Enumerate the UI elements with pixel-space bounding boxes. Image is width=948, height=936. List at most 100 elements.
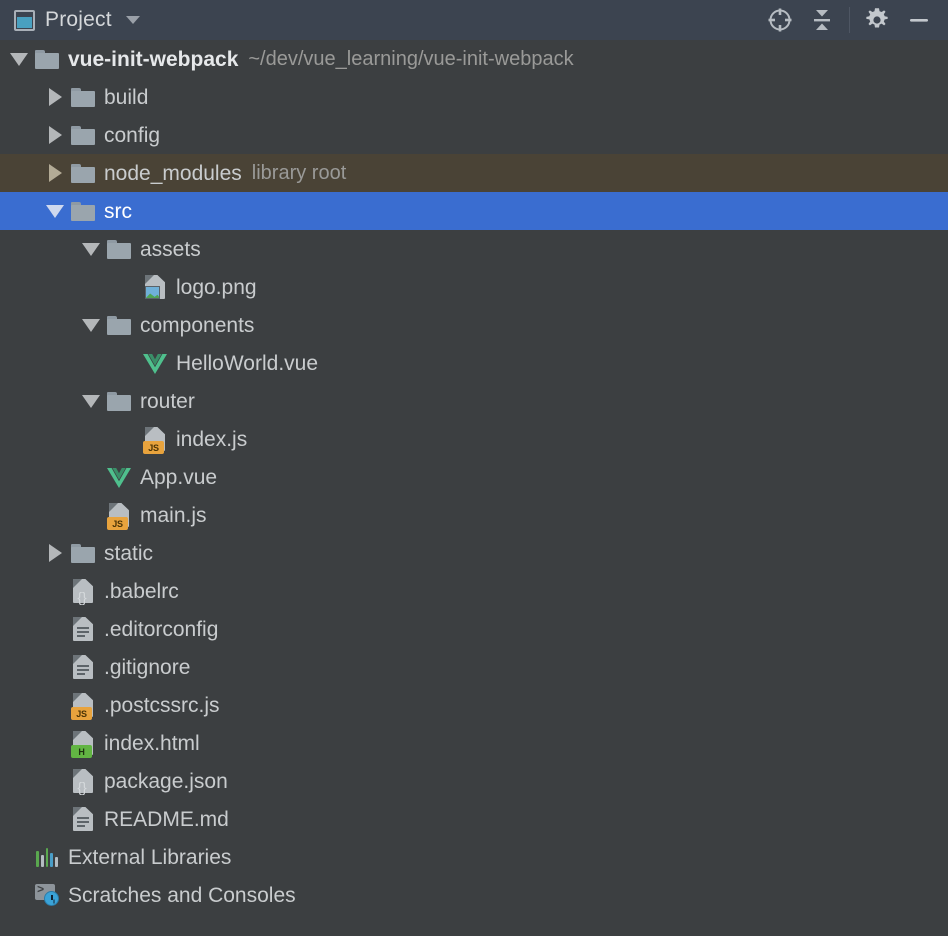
tree-row-label: config bbox=[104, 123, 161, 147]
tree-row-label: logo.png bbox=[176, 275, 257, 299]
text-file-icon bbox=[73, 617, 93, 641]
toolwindow-actions bbox=[759, 0, 940, 40]
tree-row-label: static bbox=[104, 541, 154, 565]
tree-row-label: src bbox=[104, 199, 132, 223]
folder-icon bbox=[107, 239, 131, 259]
vue-file-icon bbox=[143, 353, 167, 374]
tree-row-icon: JS bbox=[68, 686, 98, 724]
toolwindow-title-label: Project bbox=[45, 8, 112, 31]
tree-row-label: index.js bbox=[176, 427, 248, 451]
tree-row-components[interactable]: components bbox=[0, 306, 948, 344]
chevron-down-icon[interactable] bbox=[125, 16, 140, 24]
text-file-icon bbox=[73, 655, 93, 679]
tree-row-icon bbox=[32, 40, 62, 78]
tree-row-router[interactable]: router bbox=[0, 382, 948, 420]
tree-row-index-js[interactable]: JS index.js bbox=[0, 420, 948, 458]
router-collapse-arrow[interactable] bbox=[78, 382, 104, 420]
tree-row-icon bbox=[140, 268, 170, 306]
tree-row-external-libraries[interactable]: External Libraries bbox=[0, 838, 948, 876]
hide-button[interactable] bbox=[898, 0, 940, 40]
project-tree[interactable]: vue-init-webpack ~/dev/vue_learning/vue-i… bbox=[0, 40, 948, 914]
node-modules-expand-arrow[interactable] bbox=[42, 154, 68, 192]
tree-row-app-vue[interactable]: App.vue bbox=[0, 458, 948, 496]
tree-row-icon: JS bbox=[140, 420, 170, 458]
tree-row-icon bbox=[68, 192, 98, 230]
tree-row-label: App.vue bbox=[140, 465, 218, 489]
tree-row-label: .gitignore bbox=[104, 655, 191, 679]
folder-icon bbox=[35, 49, 59, 69]
external-libraries-icon bbox=[36, 847, 58, 867]
tree-row-icon bbox=[104, 230, 134, 268]
tree-row-icon bbox=[68, 534, 98, 572]
gear-icon bbox=[866, 8, 888, 28]
tree-row-postcssrc-js[interactable]: JS .postcssrc.js bbox=[0, 686, 948, 724]
tree-row-node-modules[interactable]: node_modules library root bbox=[0, 154, 948, 192]
folder-icon bbox=[71, 543, 95, 563]
tree-row-helloworld-vue[interactable]: HelloWorld.vue bbox=[0, 344, 948, 382]
folder-icon bbox=[107, 391, 131, 411]
tree-row-static[interactable]: static bbox=[0, 534, 948, 572]
tree-row-src[interactable]: src bbox=[0, 192, 948, 230]
select-opened-file-button[interactable] bbox=[759, 0, 801, 40]
vue-init-webpack-collapse-arrow[interactable] bbox=[6, 40, 32, 78]
src-collapse-arrow[interactable] bbox=[42, 192, 68, 230]
tree-row-config[interactable]: config bbox=[0, 116, 948, 154]
folder-icon bbox=[71, 201, 95, 221]
tree-row-logo-png[interactable]: logo.png bbox=[0, 268, 948, 306]
tree-row-icon bbox=[104, 306, 134, 344]
tree-row-icon: {} bbox=[68, 572, 98, 610]
components-collapse-arrow[interactable] bbox=[78, 306, 104, 344]
tree-row-label: build bbox=[104, 85, 149, 109]
tree-row-label: router bbox=[140, 389, 195, 413]
tree-row-babelrc[interactable]: {} .babelrc bbox=[0, 572, 948, 610]
tree-row-label: .babelrc bbox=[104, 579, 179, 603]
tree-row-assets[interactable]: assets bbox=[0, 230, 948, 268]
tree-row-label: vue-init-webpack bbox=[68, 47, 239, 71]
tree-row-editorconfig[interactable]: .editorconfig bbox=[0, 610, 948, 648]
tree-row-label: .editorconfig bbox=[104, 617, 219, 641]
tree-row-build[interactable]: build bbox=[0, 78, 948, 116]
tree-row-index-html[interactable]: Hindex.html bbox=[0, 724, 948, 762]
tree-row-label: package.json bbox=[104, 769, 228, 793]
collapse-all-icon bbox=[814, 10, 830, 30]
tree-row-icon bbox=[68, 154, 98, 192]
tree-row-label: HelloWorld.vue bbox=[176, 351, 319, 375]
project-window-icon bbox=[14, 9, 35, 31]
collapse-all-button[interactable] bbox=[801, 0, 843, 40]
project-toolwindow-title[interactable]: Project bbox=[14, 8, 140, 32]
folder-icon bbox=[71, 87, 95, 107]
json-file-icon: {} bbox=[73, 769, 93, 795]
assets-collapse-arrow[interactable] bbox=[78, 230, 104, 268]
vue-file-icon bbox=[107, 467, 131, 488]
config-expand-arrow[interactable] bbox=[42, 116, 68, 154]
tree-row-scratches-and-consoles[interactable]: Scratches and Consoles bbox=[0, 876, 948, 914]
tree-row-icon: {} bbox=[68, 762, 98, 800]
tree-row-icon bbox=[68, 116, 98, 154]
folder-icon bbox=[71, 163, 95, 183]
javascript-file-icon: JS bbox=[107, 503, 129, 530]
tree-row-gitignore[interactable]: .gitignore bbox=[0, 648, 948, 686]
static-expand-arrow[interactable] bbox=[42, 534, 68, 572]
tree-row-readme-md[interactable]: README.md bbox=[0, 800, 948, 838]
tree-row-label: assets bbox=[140, 237, 201, 261]
project-toolwindow-header: Project bbox=[0, 0, 948, 40]
tree-row-icon bbox=[68, 610, 98, 648]
tree-row-label: main.js bbox=[140, 503, 207, 527]
javascript-file-icon: JS bbox=[71, 693, 93, 720]
tree-row-icon bbox=[104, 382, 134, 420]
tree-row-vue-init-webpack[interactable]: vue-init-webpack ~/dev/vue_learning/vue-i… bbox=[0, 40, 948, 78]
tree-row-label: .postcssrc.js bbox=[104, 693, 220, 717]
folder-icon bbox=[107, 315, 131, 335]
settings-button[interactable] bbox=[856, 0, 898, 40]
build-expand-arrow[interactable] bbox=[42, 78, 68, 116]
tree-row-package-json[interactable]: {} package.json bbox=[0, 762, 948, 800]
tree-row-icon bbox=[32, 876, 62, 914]
tree-row-main-js[interactable]: JS main.js bbox=[0, 496, 948, 534]
tree-row-suffix: ~/dev/vue_learning/vue-init-webpack bbox=[248, 48, 574, 70]
